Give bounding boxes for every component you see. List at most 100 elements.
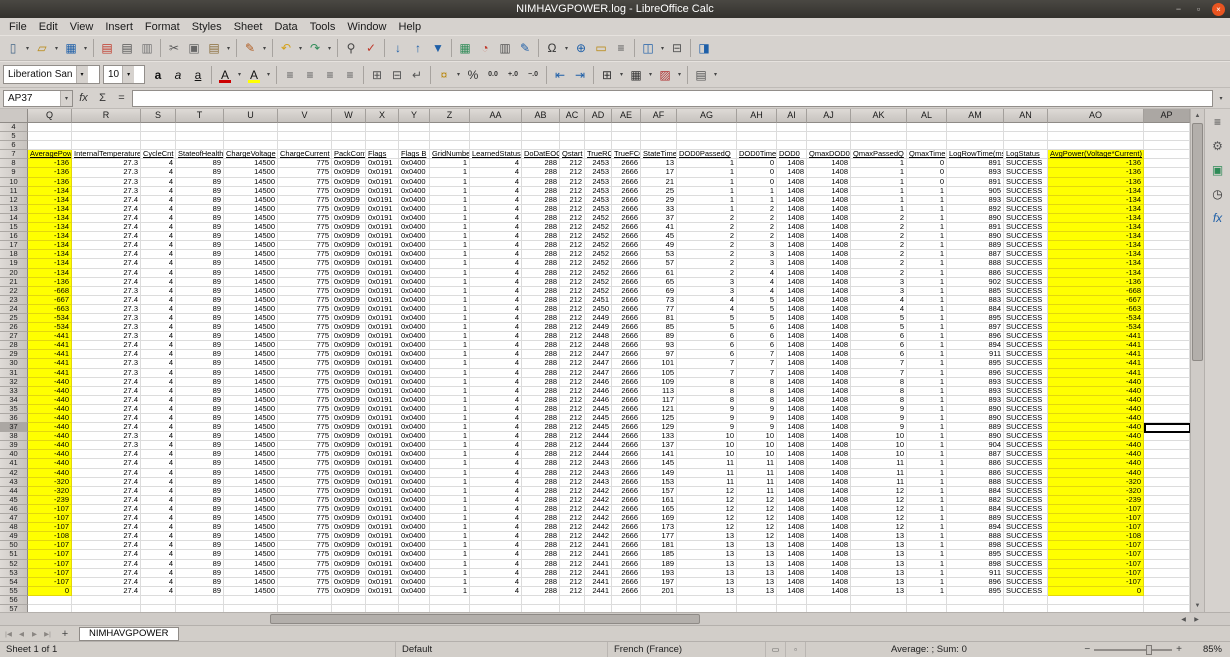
cell-AK32[interactable]: 8 [851,377,907,387]
cell-AM30[interactable]: 895 [947,359,1004,369]
cell-Z25[interactable]: 1 [430,313,470,324]
cell-X39[interactable]: 0x0191 [366,441,399,451]
cell-AO25[interactable]: -534 [1048,313,1144,324]
cell-AA31[interactable]: 4 [470,368,522,378]
cell-AN33[interactable]: SUCCESS [1004,386,1048,396]
cell-AH5[interactable] [737,132,777,142]
cell-AD34[interactable]: 2446 [585,395,612,405]
cell-T40[interactable]: 89 [176,450,224,460]
cell-R44[interactable]: 27.4 [72,486,141,496]
cell-AM28[interactable]: 894 [947,341,1004,351]
cell-R39[interactable]: 27.3 [72,441,141,451]
cell-AN15[interactable]: SUCCESS [1004,223,1048,233]
cell-AM20[interactable]: 886 [947,268,1004,278]
cell-AP48[interactable] [1144,523,1190,533]
cell-AI34[interactable]: 1408 [777,395,807,405]
cell-AB36[interactable]: 288 [522,414,560,424]
cell-U5[interactable] [224,132,278,142]
cell-Q51[interactable]: -107 [28,550,72,560]
cell-AC22[interactable]: 212 [560,286,585,296]
cell-X34[interactable]: 0x0191 [366,395,399,405]
cell-R33[interactable]: 27.4 [72,386,141,396]
align-justified-icon[interactable]: ≡ [340,65,360,85]
cell-AL51[interactable]: 1 [907,550,947,560]
cell-U56[interactable] [224,595,278,605]
cell-Y25[interactable]: 0x0400 [399,313,430,324]
cell-Q8[interactable]: -136 [28,159,72,169]
cell-AE37[interactable]: 2666 [612,423,641,433]
zoom-slider[interactable] [1094,644,1173,655]
cell-AP34[interactable] [1144,395,1190,405]
cell-AK12[interactable]: 1 [851,195,907,205]
cell-AP37[interactable] [1144,423,1190,433]
cell-Y33[interactable]: 0x0400 [399,386,430,396]
cell-AN14[interactable]: SUCCESS [1004,213,1048,224]
cell-S20[interactable]: 4 [141,268,176,278]
cell-Z38[interactable]: 1 [430,432,470,442]
cell-AF49[interactable]: 177 [641,532,677,542]
cell-X16[interactable]: 0x0191 [366,232,399,242]
cell-AH33[interactable]: 8 [737,386,777,396]
cell-AK27[interactable]: 6 [851,332,907,342]
cell-AK30[interactable]: 7 [851,359,907,369]
cell-Z50[interactable]: 1 [430,541,470,551]
cell-V33[interactable]: 775 [278,386,332,396]
cell-AI57[interactable] [777,604,807,612]
cell-Q40[interactable]: -440 [28,450,72,460]
cell-AD35[interactable]: 2445 [585,404,612,414]
clone-formatting-dropdown[interactable]: ▾ [260,38,269,58]
cell-AA9[interactable]: 4 [470,168,522,178]
cell-AE12[interactable]: 2666 [612,195,641,205]
print-preview-icon[interactable]: ▥ [137,38,157,58]
cell-W15[interactable]: 0x09D9 [332,223,366,233]
close-button[interactable]: × [1212,2,1225,16]
cell-AK19[interactable]: 2 [851,259,907,269]
gallery-deck-icon[interactable]: ▣ [1208,160,1228,180]
cell-AG15[interactable]: 2 [677,223,737,233]
cell-Q24[interactable]: -663 [28,304,72,314]
cell-AH6[interactable] [737,141,777,151]
cell-AN4[interactable] [1004,123,1048,133]
cell-AB53[interactable]: 288 [522,568,560,578]
cell-AC45[interactable]: 212 [560,495,585,505]
delete-decimal-place-icon[interactable]: −.0 [523,65,543,85]
cell-AN46[interactable]: SUCCESS [1004,504,1048,515]
cell-V41[interactable]: 775 [278,459,332,469]
cell-AI17[interactable]: 1408 [777,241,807,251]
cell-AI13[interactable]: 1408 [777,204,807,214]
cell-AL41[interactable]: 1 [907,459,947,469]
cell-AD11[interactable]: 2453 [585,186,612,196]
cell-AO31[interactable]: -441 [1048,368,1144,378]
cell-W29[interactable]: 0x09D9 [332,350,366,360]
cell-V42[interactable]: 775 [278,468,332,478]
cell-S6[interactable] [141,141,176,151]
cell-AP22[interactable] [1144,286,1190,296]
cell-AI19[interactable]: 1408 [777,259,807,269]
cell-V57[interactable] [278,604,332,612]
cell-V49[interactable]: 775 [278,532,332,542]
cell-Z57[interactable] [430,604,470,612]
cell-AC32[interactable]: 212 [560,377,585,387]
cell-AE18[interactable]: 2666 [612,250,641,260]
cell-Z47[interactable]: 1 [430,514,470,524]
paste-icon[interactable]: ▤ [204,38,224,58]
sheet-tab-active[interactable]: NIMHAVGPOWER [79,626,179,641]
cell-R40[interactable]: 27.4 [72,450,141,460]
cell-AJ48[interactable]: 1408 [807,523,851,533]
cell-AB37[interactable]: 288 [522,423,560,433]
cell-S10[interactable]: 4 [141,177,176,187]
cell-AE30[interactable]: 2666 [612,359,641,369]
cell-Z24[interactable]: 1 [430,304,470,314]
align-right-icon[interactable]: ≡ [320,65,340,85]
cell-AF36[interactable]: 125 [641,414,677,424]
cell-T35[interactable]: 89 [176,404,224,414]
column-header-AL[interactable]: AL [907,109,947,123]
cell-AD7[interactable]: TrueRC [585,150,612,160]
cell-V52[interactable]: 775 [278,559,332,569]
cell-AL50[interactable]: 1 [907,541,947,551]
cell-AN32[interactable]: SUCCESS [1004,377,1048,387]
cell-Y45[interactable]: 0x0400 [399,495,430,505]
cell-Z49[interactable]: 1 [430,532,470,542]
cell-AE19[interactable]: 2666 [612,259,641,269]
cell-AF44[interactable]: 157 [641,486,677,496]
